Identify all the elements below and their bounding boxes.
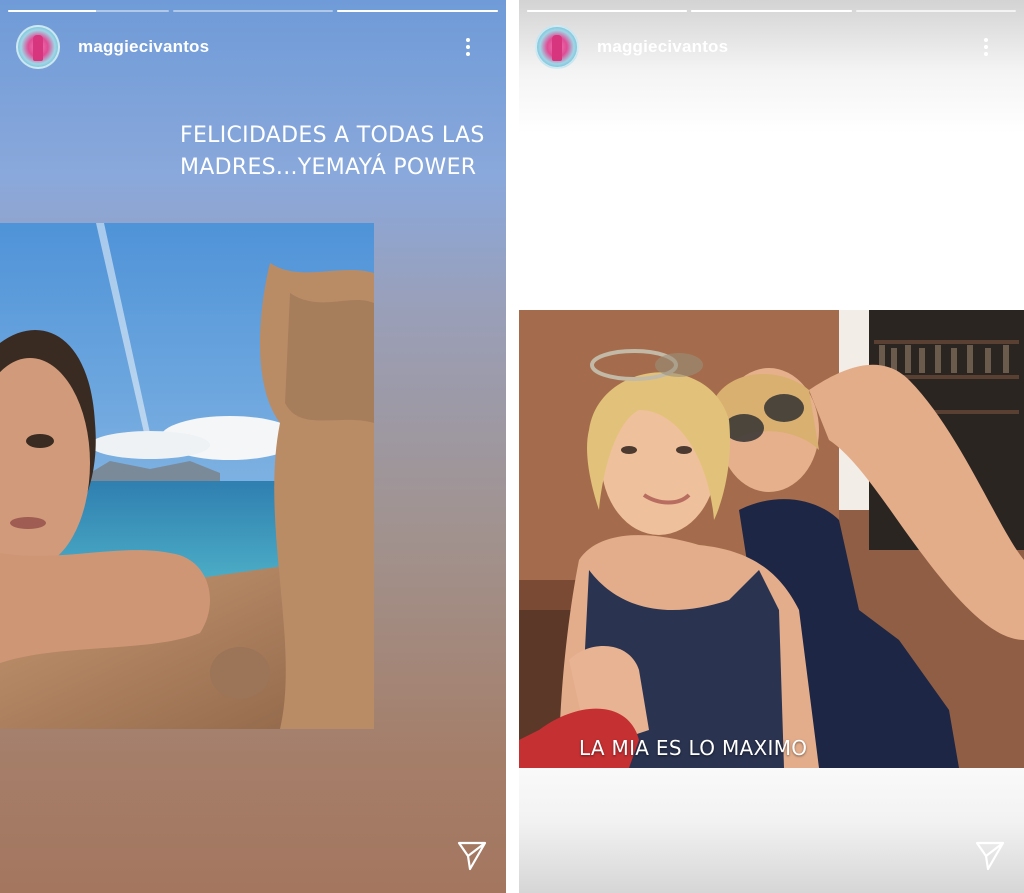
- story-progress-bar: [527, 10, 1016, 12]
- more-vertical-icon[interactable]: [978, 35, 994, 59]
- progress-segment: [172, 10, 334, 12]
- avatar[interactable]: [16, 25, 60, 69]
- paper-plane-icon[interactable]: [456, 839, 488, 871]
- progress-segment: [337, 10, 499, 12]
- story-header: maggiecivantos: [16, 22, 490, 72]
- story-left[interactable]: maggiecivantos FELICIDADES A TODAS LAS M…: [0, 0, 506, 893]
- progress-segment: [527, 10, 688, 12]
- progress-segment: [855, 10, 1016, 12]
- photo-caption: LA MIA ES LO MAXIMO: [579, 736, 808, 760]
- progress-segment: [691, 10, 852, 12]
- story-progress-bar: [8, 10, 499, 12]
- avatar[interactable]: [535, 25, 579, 69]
- story-right[interactable]: maggiecivantos LA MIA ES LO MAXIMO: [519, 0, 1024, 893]
- username[interactable]: maggiecivantos: [597, 37, 728, 57]
- story-caption: FELICIDADES A TODAS LAS MADRES...YEMAYÁ …: [180, 123, 485, 180]
- story-header: maggiecivantos: [535, 22, 1008, 72]
- progress-segment: [8, 10, 169, 12]
- paper-plane-icon[interactable]: [974, 839, 1006, 871]
- story-photo-beach-selfie: [0, 223, 374, 729]
- story-photo-two-women: LA MIA ES LO MAXIMO: [519, 310, 1024, 768]
- username[interactable]: maggiecivantos: [78, 37, 209, 57]
- more-vertical-icon[interactable]: [460, 35, 476, 59]
